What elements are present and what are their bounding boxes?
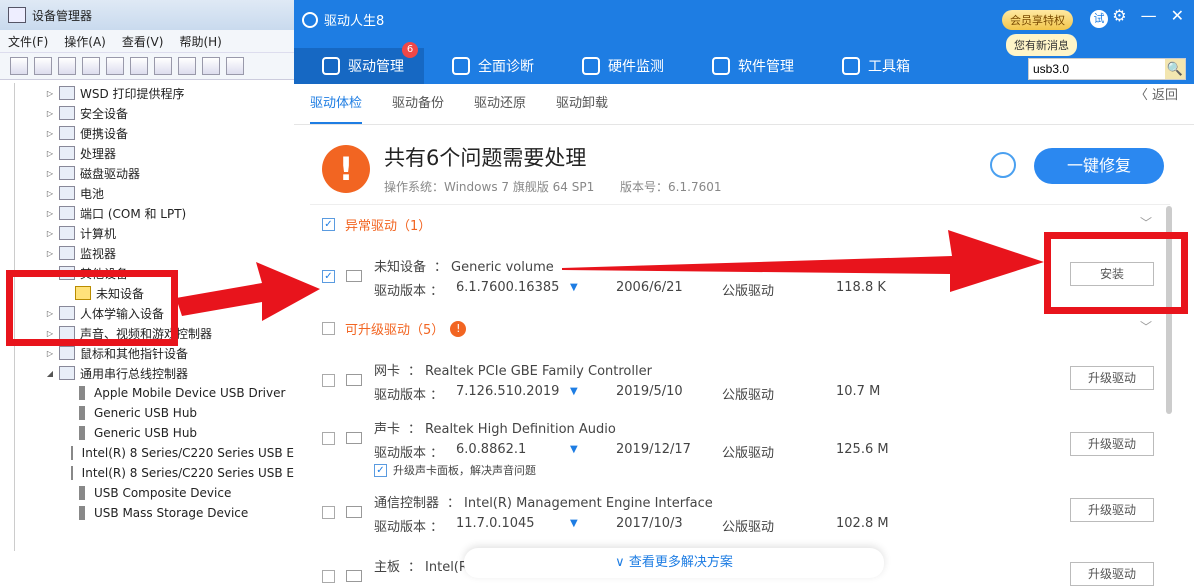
device-type-icon: [346, 570, 362, 582]
arrow-to-install: [562, 230, 1044, 292]
arrow-to-app: [176, 262, 320, 321]
annotation-arrows: [176, 230, 1044, 321]
driver-checkbox[interactable]: [322, 570, 335, 583]
